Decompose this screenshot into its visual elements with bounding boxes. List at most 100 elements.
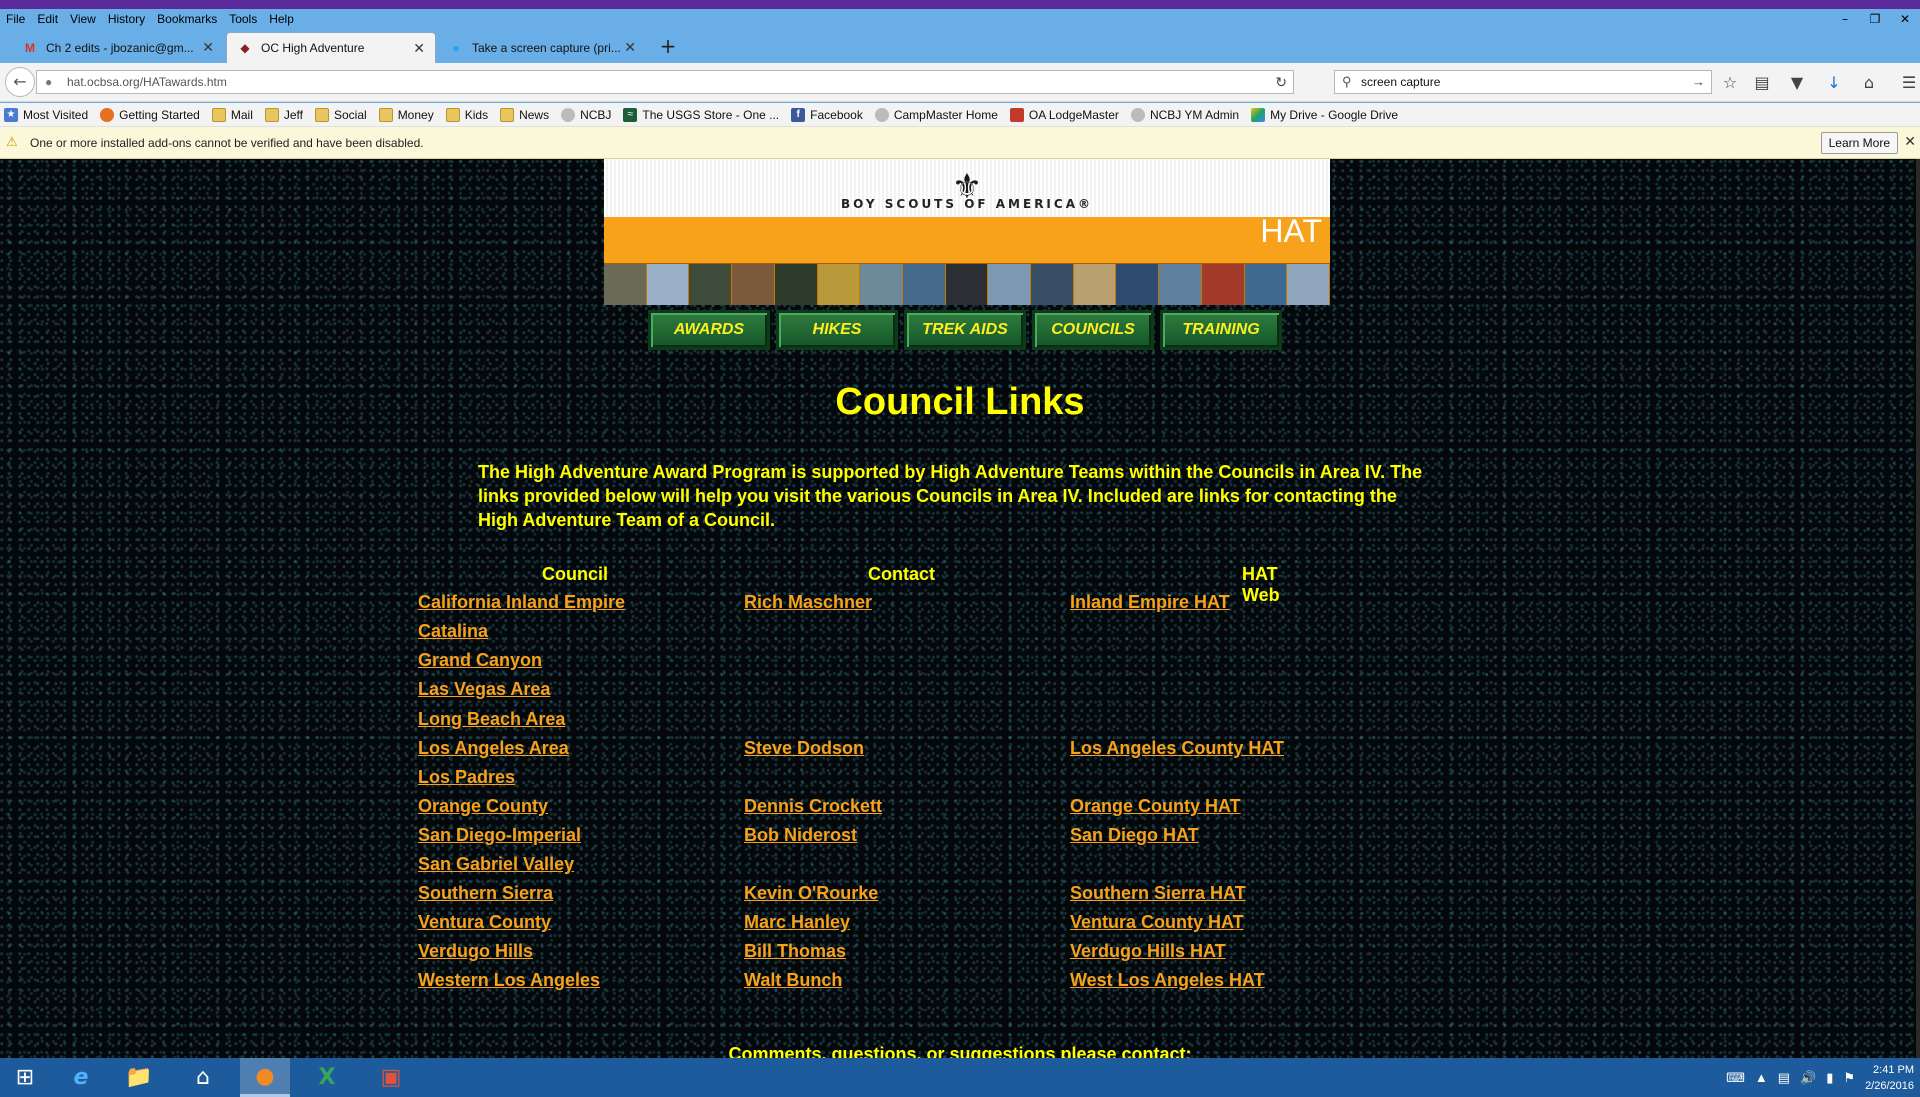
tab-gmail[interactable]: M Ch 2 edits - jbozanic@gm... ✕ (12, 32, 224, 63)
back-arrow-icon[interactable]: ← (5, 67, 35, 97)
page-scrollbar[interactable] (1916, 159, 1920, 1058)
menu-tools[interactable]: Tools (223, 12, 263, 26)
contact-link[interactable]: Kevin O'Rourke (744, 883, 878, 904)
close-tab-icon[interactable]: ✕ (202, 39, 214, 56)
close-notification-icon[interactable]: ✕ (1904, 134, 1916, 150)
council-link[interactable]: Catalina (418, 621, 488, 642)
volume-icon[interactable]: 🔊 (1800, 1070, 1816, 1086)
windows-start-icon[interactable]: ⊞ (0, 1058, 50, 1097)
firefox-taskbar-icon[interactable]: ● (240, 1058, 290, 1097)
hat-web-link[interactable]: Ventura County HAT (1070, 912, 1244, 933)
nav-awards-button[interactable]: AWARDS (648, 310, 770, 350)
star-icon[interactable]: ☆ (1719, 72, 1741, 94)
contact-link[interactable]: Bob Niderost (744, 825, 857, 846)
council-link[interactable]: Long Beach Area (418, 709, 565, 730)
tab-oc-high-adventure[interactable]: ◆ OC High Adventure ✕ (226, 32, 436, 63)
nav-hikes-button[interactable]: HIKES (776, 310, 898, 350)
home-icon[interactable]: ⌂ (1858, 72, 1880, 94)
hat-web-link[interactable]: Inland Empire HAT (1070, 592, 1230, 613)
bookmark-label: NCBJ (580, 107, 612, 122)
nav-training-button[interactable]: TRAINING (1160, 310, 1282, 350)
menu-view[interactable]: View (64, 12, 102, 26)
network-icon[interactable]: ▤ (1778, 1070, 1790, 1086)
hat-web-link[interactable]: Southern Sierra HAT (1070, 883, 1246, 904)
council-link[interactable]: California Inland Empire (418, 592, 625, 613)
contact-link[interactable]: Walt Bunch (744, 970, 842, 991)
council-link[interactable]: Ventura County (418, 912, 551, 933)
restore-icon[interactable]: ❐ (1860, 9, 1890, 29)
nav-trek-aids-button[interactable]: TREK AIDS (904, 310, 1026, 350)
hat-web-link[interactable]: West Los Angeles HAT (1070, 970, 1265, 991)
keyboard-icon[interactable]: ⌨ (1726, 1070, 1745, 1086)
search-input[interactable]: ⚲ screen capture → (1334, 70, 1712, 94)
menu-edit[interactable]: Edit (31, 12, 64, 26)
clock[interactable]: 2:41 PM 2/26/2016 (1865, 1062, 1914, 1094)
clock-date: 2/26/2016 (1865, 1079, 1914, 1092)
contact-link[interactable]: Rich Maschner (744, 592, 872, 613)
hamburger-menu-icon[interactable]: ☰ (1898, 72, 1920, 94)
file-explorer-icon[interactable]: 📁 (114, 1058, 164, 1097)
contact-link[interactable]: Marc Hanley (744, 912, 850, 933)
bookmark-facebook[interactable]: f Facebook (791, 107, 863, 122)
bookmark-kids[interactable]: Kids (445, 107, 488, 122)
council-link[interactable]: Orange County (418, 796, 548, 817)
minimize-icon[interactable]: – (1830, 9, 1860, 29)
council-link[interactable]: San Gabriel Valley (418, 854, 574, 875)
bookmark-oa-lodgemaster[interactable]: OA LodgeMaster (1009, 107, 1119, 122)
council-link[interactable]: Verdugo Hills (418, 941, 533, 962)
bookmark-ncbj[interactable]: NCBJ (561, 107, 612, 122)
learn-more-button[interactable]: Learn More (1820, 132, 1898, 154)
hat-web-link[interactable]: Verdugo Hills HAT (1070, 941, 1226, 962)
council-link[interactable]: Grand Canyon (418, 650, 542, 671)
council-link[interactable]: San Diego-Imperial (418, 825, 581, 846)
bookmark-social[interactable]: Social (315, 107, 367, 122)
bookmark-money[interactable]: Money (378, 107, 434, 122)
search-go-arrow-icon[interactable]: → (1692, 71, 1705, 93)
download-icon[interactable]: ↓ (1823, 72, 1845, 94)
address-bar[interactable]: ● hat.ocbsa.org/HATawards.htm ↻ (36, 70, 1294, 94)
close-tab-icon[interactable]: ✕ (624, 39, 636, 56)
contact-link[interactable]: Bill Thomas (744, 941, 846, 962)
action-center-flag-icon[interactable]: ⚑ (1843, 1070, 1855, 1086)
close-tab-icon[interactable]: ✕ (413, 40, 425, 57)
menu-bookmarks[interactable]: Bookmarks (151, 12, 223, 26)
council-link[interactable]: Los Angeles Area (418, 738, 569, 759)
banner-hat-logo: HAT (1260, 213, 1322, 249)
bookmark-most-visited[interactable]: ★ Most Visited (4, 107, 88, 122)
bookmark-mail[interactable]: Mail (211, 107, 253, 122)
pocket-icon[interactable]: ▼ (1786, 72, 1808, 94)
presentation-app-icon[interactable]: ▣ (366, 1058, 416, 1097)
council-link[interactable]: Las Vegas Area (418, 679, 550, 700)
council-link[interactable]: Los Padres (418, 767, 515, 788)
wifi-signal-icon[interactable]: ▮ (1826, 1070, 1833, 1086)
bookmark-getting-started[interactable]: Getting Started (100, 107, 200, 122)
hat-web-link[interactable]: Orange County HAT (1070, 796, 1241, 817)
nav-councils-button[interactable]: COUNCILS (1032, 310, 1154, 350)
bookmark-news[interactable]: News (500, 107, 549, 122)
bookmark-jeff[interactable]: Jeff (264, 107, 303, 122)
hat-web-link[interactable]: San Diego HAT (1070, 825, 1199, 846)
excel-icon[interactable]: X (302, 1058, 352, 1097)
bookmark-google-drive[interactable]: My Drive - Google Drive (1251, 107, 1398, 122)
close-window-icon[interactable]: ✕ (1890, 9, 1920, 29)
bookmark-campmaster[interactable]: CampMaster Home (874, 107, 998, 122)
bookmark-ncbj-ym-admin[interactable]: NCBJ YM Admin (1130, 107, 1239, 122)
window-controls: – ❐ ✕ (1830, 9, 1920, 29)
council-link[interactable]: Western Los Angeles (418, 970, 600, 991)
show-hidden-icons-icon[interactable]: ▲ (1755, 1070, 1768, 1085)
home-app-icon[interactable]: ⌂ (178, 1058, 228, 1097)
contact-link[interactable]: Dennis Crockett (744, 796, 882, 817)
new-tab-icon[interactable]: + (658, 36, 678, 56)
council-link[interactable]: Southern Sierra (418, 883, 553, 904)
reload-icon[interactable]: ↻ (1275, 71, 1287, 93)
menu-file[interactable]: File (0, 12, 31, 26)
menu-help[interactable]: Help (263, 12, 300, 26)
folder-icon (315, 107, 329, 122)
reading-list-icon[interactable]: ▤ (1751, 72, 1773, 94)
tab-screen-capture[interactable]: ● Take a screen capture (pri... ✕ (438, 32, 646, 63)
bookmark-usgs-store[interactable]: ≈ The USGS Store - One ... (623, 107, 779, 122)
hat-web-link[interactable]: Los Angeles County HAT (1070, 738, 1284, 759)
contact-link[interactable]: Steve Dodson (744, 738, 864, 759)
internet-explorer-icon[interactable]: e (56, 1058, 106, 1097)
menu-history[interactable]: History (102, 12, 151, 26)
